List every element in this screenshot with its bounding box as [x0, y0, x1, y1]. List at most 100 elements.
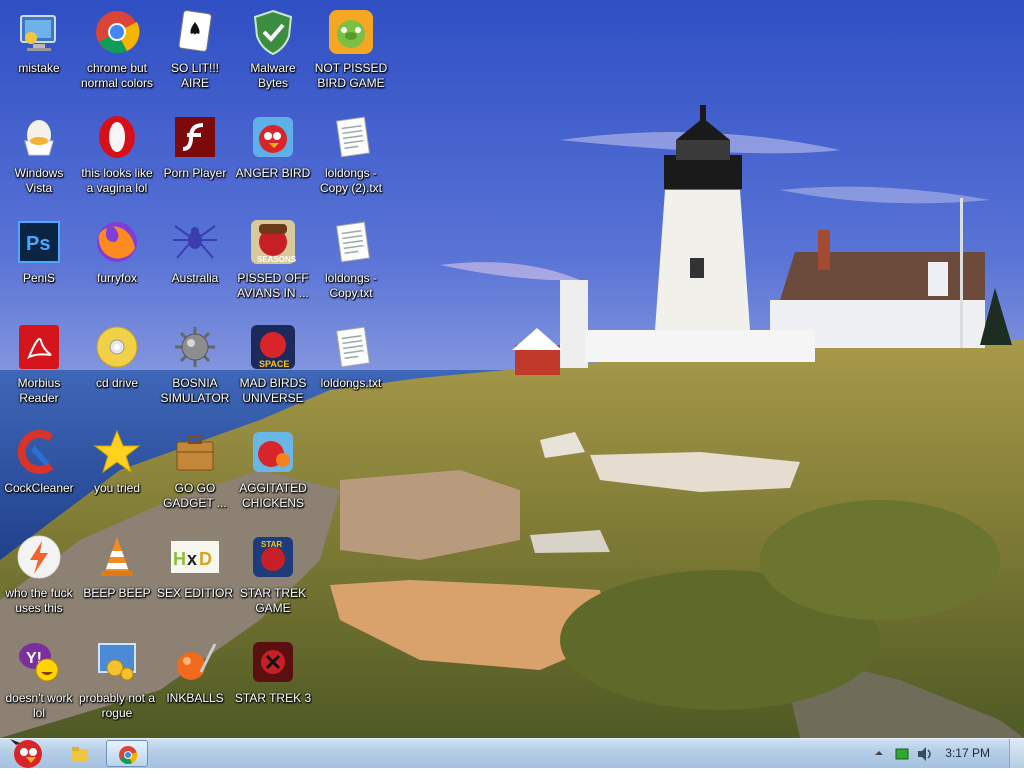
mine-icon [171, 323, 219, 371]
desktop-icon-mad-birds-universe[interactable]: SPACE MAD BIRDS UNIVERSE [234, 317, 312, 417]
desktop-icon-label: MAD BIRDS UNIVERSE [239, 376, 307, 405]
computer-icon [15, 8, 63, 56]
vlc-cone-icon [93, 533, 141, 581]
ccleaner-icon [15, 428, 63, 476]
taskbar: 3:17 PM [0, 738, 1024, 768]
space-bird-icon: SPACE [249, 323, 297, 371]
svg-text:D: D [199, 549, 212, 569]
taskbar-chrome-button[interactable] [106, 740, 148, 767]
desktop-icon-label: this looks like a vagina lol [81, 166, 153, 195]
desktop-icon-morbius-reader[interactable]: Morbius Reader [0, 317, 78, 417]
cd-icon [93, 323, 141, 371]
shield-icon [249, 8, 297, 56]
egg-icon [15, 113, 63, 161]
folder-icon [72, 747, 88, 761]
desktop-icon-label: loldongs - Copy.txt [324, 271, 378, 300]
system-tray: 3:17 PM [864, 739, 1024, 769]
desktop-icon-australia[interactable]: Australia [156, 212, 234, 312]
firefox-icon [93, 218, 141, 266]
desktop-icon-loldongs-copy[interactable]: loldongs - Copy.txt [312, 212, 390, 312]
desktop-icon-loldongs-copy-2[interactable]: loldongs - Copy (2).txt [312, 107, 390, 207]
desktop-icon-grid: mistake Windows Vista Ps PeniS Morbius R… [0, 0, 400, 738]
desktop-icon-opera[interactable]: this looks like a vagina lol [78, 107, 156, 207]
taskbar-explorer-button[interactable] [58, 740, 100, 767]
desktop-icon-label: Morbius Reader [17, 376, 61, 405]
desktop-icon-label: Malware Bytes [250, 61, 296, 90]
pdf-reader-icon [15, 323, 63, 371]
text-file-icon [327, 113, 375, 161]
show-hidden-icon[interactable] [874, 748, 884, 758]
desktop-icon-penis[interactable]: Ps PeniS [0, 212, 78, 312]
desktop-icon-probably-not-a-rogue[interactable]: probably not a rogue [78, 632, 156, 732]
desktop-icon-label: loldongs.txt [320, 376, 382, 390]
desktop-icon-label: CockCleaner [4, 481, 74, 495]
desktop-icon-label: chrome but normal colors [80, 61, 154, 90]
desktop-icon-windows-vista[interactable]: Windows Vista [0, 107, 78, 207]
yahoo-icon: Y! [15, 638, 63, 686]
desktop-icon-label: loldongs - Copy (2).txt [319, 166, 382, 195]
desktop-icon-furryfox[interactable]: furryfox [78, 212, 156, 312]
desktop-icon-label: SEX EDITIOR [156, 586, 233, 600]
desktop-icon-label: ANGER BIRD [235, 166, 311, 180]
angry-bird-start-icon [10, 739, 42, 768]
desktop-icon-sex-editior[interactable]: HxD SEX EDITIOR [156, 527, 234, 627]
desktop-icon-not-pissed-bird-game[interactable]: NOT PISSED BIRD GAME [312, 2, 390, 102]
network-icon[interactable] [894, 746, 910, 762]
desktop-icon-label: SO LIT!!! AIRE [170, 61, 219, 90]
text-file-icon [327, 323, 375, 371]
desktop-icon-porn-player[interactable]: Porn Player [156, 107, 234, 207]
desktop-icon-inkballs[interactable]: INKBALLS [156, 632, 234, 732]
desktop-icon-loldongs[interactable]: loldongs.txt [312, 317, 390, 417]
toolbox-icon [171, 428, 219, 476]
taskbar-clock[interactable]: 3:17 PM [945, 746, 990, 760]
desktop-icon-who-uses-this[interactable]: who the fuck uses this [0, 527, 78, 627]
svg-text:Ps: Ps [26, 233, 50, 255]
desktop[interactable]: mistake Windows Vista Ps PeniS Morbius R… [0, 0, 1024, 738]
solitaire-icon [171, 8, 219, 56]
desktop-icon-malware-bytes[interactable]: Malware Bytes [234, 2, 312, 102]
desktop-icon-label: NOT PISSED BIRD GAME [314, 61, 388, 90]
desktop-icon-label: furryfox [96, 271, 137, 285]
desktop-icon-anger-bird[interactable]: ANGER BIRD [234, 107, 312, 207]
start-button[interactable] [2, 735, 50, 769]
show-desktop-button[interactable] [1009, 739, 1024, 768]
desktop-icon-mistake[interactable]: mistake [0, 2, 78, 102]
desktop-icon-label: BEEP BEEP [83, 586, 151, 600]
desktop-icon-label: who the fuck uses this [5, 586, 73, 615]
desktop-icon-label: mistake [18, 61, 60, 75]
desktop-icon-label: you tried [93, 481, 141, 495]
svg-text:STAR: STAR [261, 540, 282, 549]
seasons-bird-icon: SEASONS [249, 218, 297, 266]
star-wars-bird-dark-icon [249, 638, 297, 686]
chrome-icon [93, 8, 141, 56]
desktop-icon-label: Porn Player [163, 166, 227, 180]
desktop-icon-label: STAR TREK 3 [234, 691, 312, 705]
desktop-icon-aggitated-chickens[interactable]: AGGITATED CHICKENS I... [234, 422, 312, 522]
desktop-icon-label: Australia [171, 271, 219, 285]
green-pig-icon [327, 8, 375, 56]
desktop-icon-solitaire[interactable]: SO LIT!!! AIRE [156, 2, 234, 102]
desktop-icon-cd-drive[interactable]: cd drive [78, 317, 156, 417]
svg-text:SPACE: SPACE [259, 359, 289, 369]
desktop-icon-beep-beep[interactable]: BEEP BEEP [78, 527, 156, 627]
desktop-icon-go-go-gadget[interactable]: GO GO GADGET ... [156, 422, 234, 522]
flash-icon [171, 113, 219, 161]
desktop-icon-star-trek-3[interactable]: STAR TREK 3 [234, 632, 312, 732]
text-file-icon [327, 218, 375, 266]
desktop-icon-you-tried[interactable]: you tried [78, 422, 156, 522]
desktop-icon-star-trek-game[interactable]: STAR STAR TREK GAME [234, 527, 312, 627]
desktop-icon-bosnia-simulator[interactable]: BOSNIA SIMULATOR [156, 317, 234, 417]
inkball-icon [171, 638, 219, 686]
desktop-icon-cockcleaner[interactable]: CockCleaner [0, 422, 78, 522]
hxd-icon: HxD [171, 533, 219, 581]
desktop-icon-label: STAR TREK GAME [239, 586, 307, 615]
volume-icon[interactable] [916, 746, 934, 762]
star-wars-bird-icon: STAR [249, 533, 297, 581]
svg-text:H: H [173, 549, 186, 569]
desktop-icon-chrome[interactable]: chrome but normal colors [78, 2, 156, 102]
desktop-icon-pissed-off-avians[interactable]: SEASONS PISSED OFF AVIANS IN ... [234, 212, 312, 312]
desktop-icon-label: doesn't work lol [5, 691, 73, 720]
desktop-icon-doesnt-work[interactable]: Y! doesn't work lol [0, 632, 78, 732]
gear-window-icon [93, 638, 141, 686]
spider-solitaire-icon [171, 218, 219, 266]
